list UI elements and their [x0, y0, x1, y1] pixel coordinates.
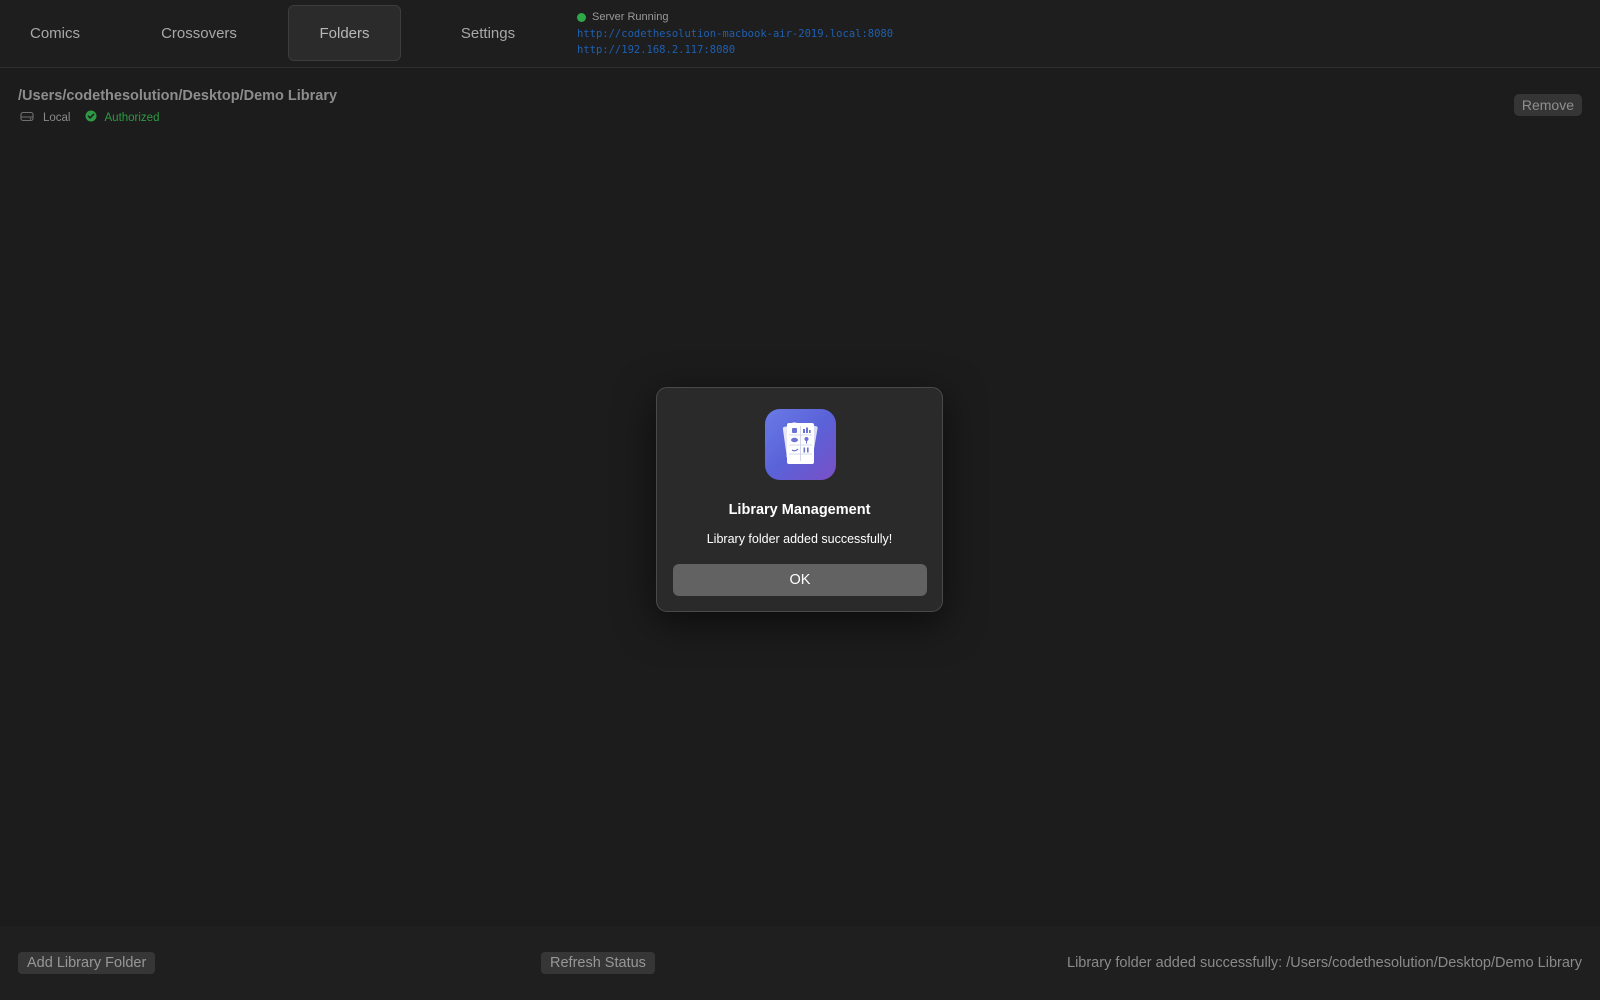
server-url-hostname[interactable]: http://codethesolution-macbook-air-2019.…: [577, 26, 893, 43]
server-status-text: Server Running: [592, 11, 669, 23]
folder-path: /Users/codethesolution/Desktop/Demo Libr…: [18, 88, 338, 104]
folder-auth-status: Authorized: [104, 111, 160, 124]
check-circle-icon: [85, 110, 97, 125]
server-status: Server Running: [577, 9, 893, 26]
remove-folder-button[interactable]: Remove: [1513, 94, 1582, 116]
dialog-message: Library folder added successfully!: [706, 532, 893, 546]
bottom-bar: Add Library Folder Refresh Status Librar…: [0, 926, 1600, 1000]
drive-icon: [20, 111, 34, 125]
app-window: Comics Crossovers Folders Settings Serve…: [0, 0, 1600, 1000]
tab-comics[interactable]: Comics: [5, 5, 105, 61]
library-folder-row: /Users/codethesolution/Desktop/Demo Libr…: [18, 86, 1582, 136]
tab-settings[interactable]: Settings: [438, 5, 538, 61]
library-management-dialog: Library Management Library folder added …: [656, 387, 943, 612]
add-library-folder-button[interactable]: Add Library Folder: [18, 952, 156, 974]
bottom-status-text: Library folder added successfully: /User…: [1067, 955, 1582, 971]
server-info: Server Running http://codethesolution-ma…: [577, 9, 893, 59]
server-url-ip[interactable]: http://192.168.2.117:8080: [577, 42, 893, 59]
dialog-title: Library Management: [728, 502, 871, 518]
tab-crossovers[interactable]: Crossovers: [149, 5, 249, 61]
tab-folders[interactable]: Folders: [288, 5, 401, 61]
folder-meta: Local Authorized: [20, 110, 159, 125]
ok-button[interactable]: OK: [673, 564, 927, 596]
status-dot-icon: [577, 12, 586, 22]
top-tab-bar: Comics Crossovers Folders Settings Serve…: [0, 0, 1600, 68]
folder-location: Local: [43, 111, 71, 124]
refresh-status-button[interactable]: Refresh Status: [541, 952, 655, 974]
comic-library-app-icon: [765, 409, 836, 480]
